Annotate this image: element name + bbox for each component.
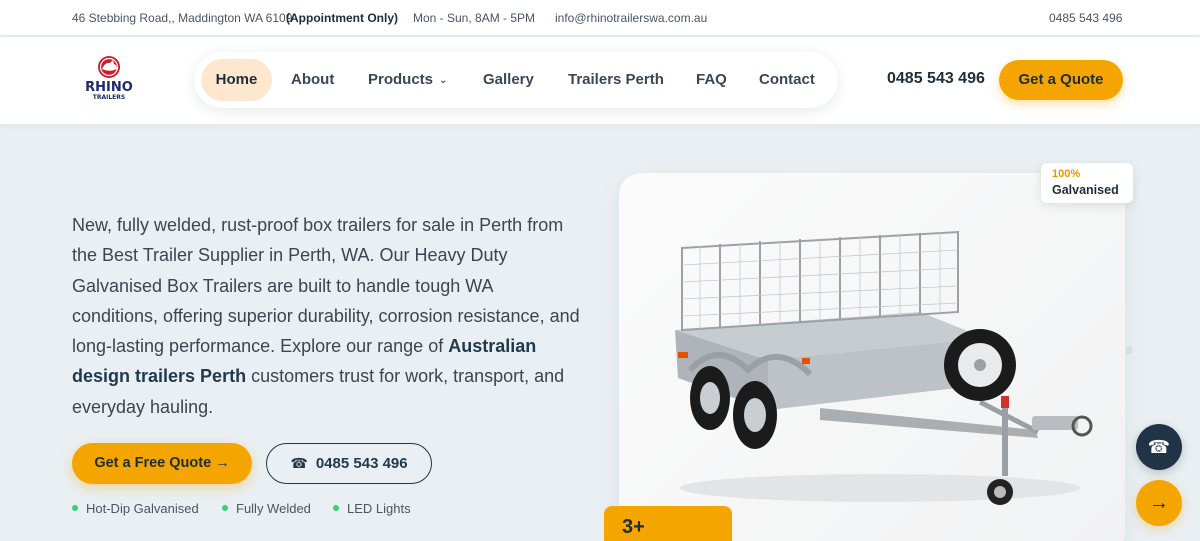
logo-text-rhino: RHINO — [85, 80, 133, 95]
hero-text-part1: New, fully welded, rust-proof box traile… — [72, 215, 580, 357]
floating-arrow-button[interactable]: → — [1136, 480, 1182, 526]
email-link[interactable]: info@rhinotrailerswa.com.au — [555, 11, 707, 25]
hero-description: New, fully welded, rust-proof box traile… — [72, 210, 582, 422]
logo-text-trailers: TRAILERS — [93, 94, 125, 101]
nav-item-gallery[interactable]: Gallery — [483, 59, 534, 101]
galvanised-badge: 100% Galvanised — [1041, 163, 1133, 203]
feature-dot — [333, 505, 339, 511]
years-badge: 3+ — [604, 506, 732, 541]
arrow-right-icon: → — [1149, 492, 1169, 514]
galvanised-label: Galvanised — [1052, 183, 1119, 197]
nav-item-faq[interactable]: FAQ — [696, 59, 727, 101]
feature-fully-welded: Fully Welded — [222, 501, 311, 516]
feature-label: LED Lights — [347, 501, 411, 516]
hero-phone-button[interactable]: ☎ 0485 543 496 — [266, 443, 432, 484]
box-trailer-image — [675, 230, 1093, 505]
phone-icon: ☎ — [290, 455, 308, 471]
get-a-quote-button[interactable]: Get a Quote — [999, 60, 1123, 100]
rhino-trailers-logo[interactable]: RHINO TRAILERS — [78, 54, 140, 104]
feature-led-lights: LED Lights — [333, 501, 411, 516]
hero-phone-label: 0485 543 496 — [315, 455, 408, 472]
topbar-phone-link[interactable]: 0485 543 496 — [1049, 11, 1122, 25]
galvanised-percent: 100% — [1052, 168, 1081, 180]
appointment-note: (Appointment Only) — [286, 11, 398, 25]
floating-call-button[interactable]: ☎ — [1136, 424, 1182, 470]
nav-item-contact[interactable]: Contact — [759, 59, 815, 101]
nav-item-products[interactable]: Products ⌄ — [368, 59, 447, 101]
years-value: 3+ — [622, 516, 645, 538]
nav-item-trailers-perth[interactable]: Trailers Perth — [568, 59, 664, 101]
opening-hours: Mon - Sun, 8AM - 5PM — [413, 11, 536, 25]
chevron-down-icon: ⌄ — [439, 75, 448, 86]
feature-dot — [222, 505, 228, 511]
feature-hot-dip-galvanised: Hot-Dip Galvanised — [72, 501, 199, 516]
address-text: 46 Stebbing Road,, Maddington WA 6109 — [72, 11, 293, 25]
site-header: RHINO TRAILERS Home About Products ⌄ Gall… — [0, 37, 1200, 124]
phone-icon: ☎ — [1147, 437, 1171, 457]
top-info-bar: 46 Stebbing Road,, Maddington WA 6109 (A… — [0, 0, 1200, 36]
feature-dot — [72, 505, 78, 511]
feature-label: Fully Welded — [236, 501, 311, 516]
arrow-right-icon: → — [215, 455, 230, 471]
get-free-quote-button[interactable]: Get a Free Quote → — [72, 443, 252, 484]
nav-item-products-label: Products — [368, 71, 434, 88]
header-phone-link[interactable]: 0485 543 496 — [887, 70, 985, 88]
nav-item-home[interactable]: Home — [201, 59, 272, 101]
get-free-quote-label: Get a Free Quote — [94, 455, 212, 471]
carousel-indicator[interactable] — [1126, 346, 1132, 354]
nav-item-about[interactable]: About — [291, 59, 334, 101]
main-nav: Home About Products ⌄ Gallery Trailers Pe… — [194, 52, 838, 108]
feature-label: Hot-Dip Galvanised — [86, 501, 199, 516]
